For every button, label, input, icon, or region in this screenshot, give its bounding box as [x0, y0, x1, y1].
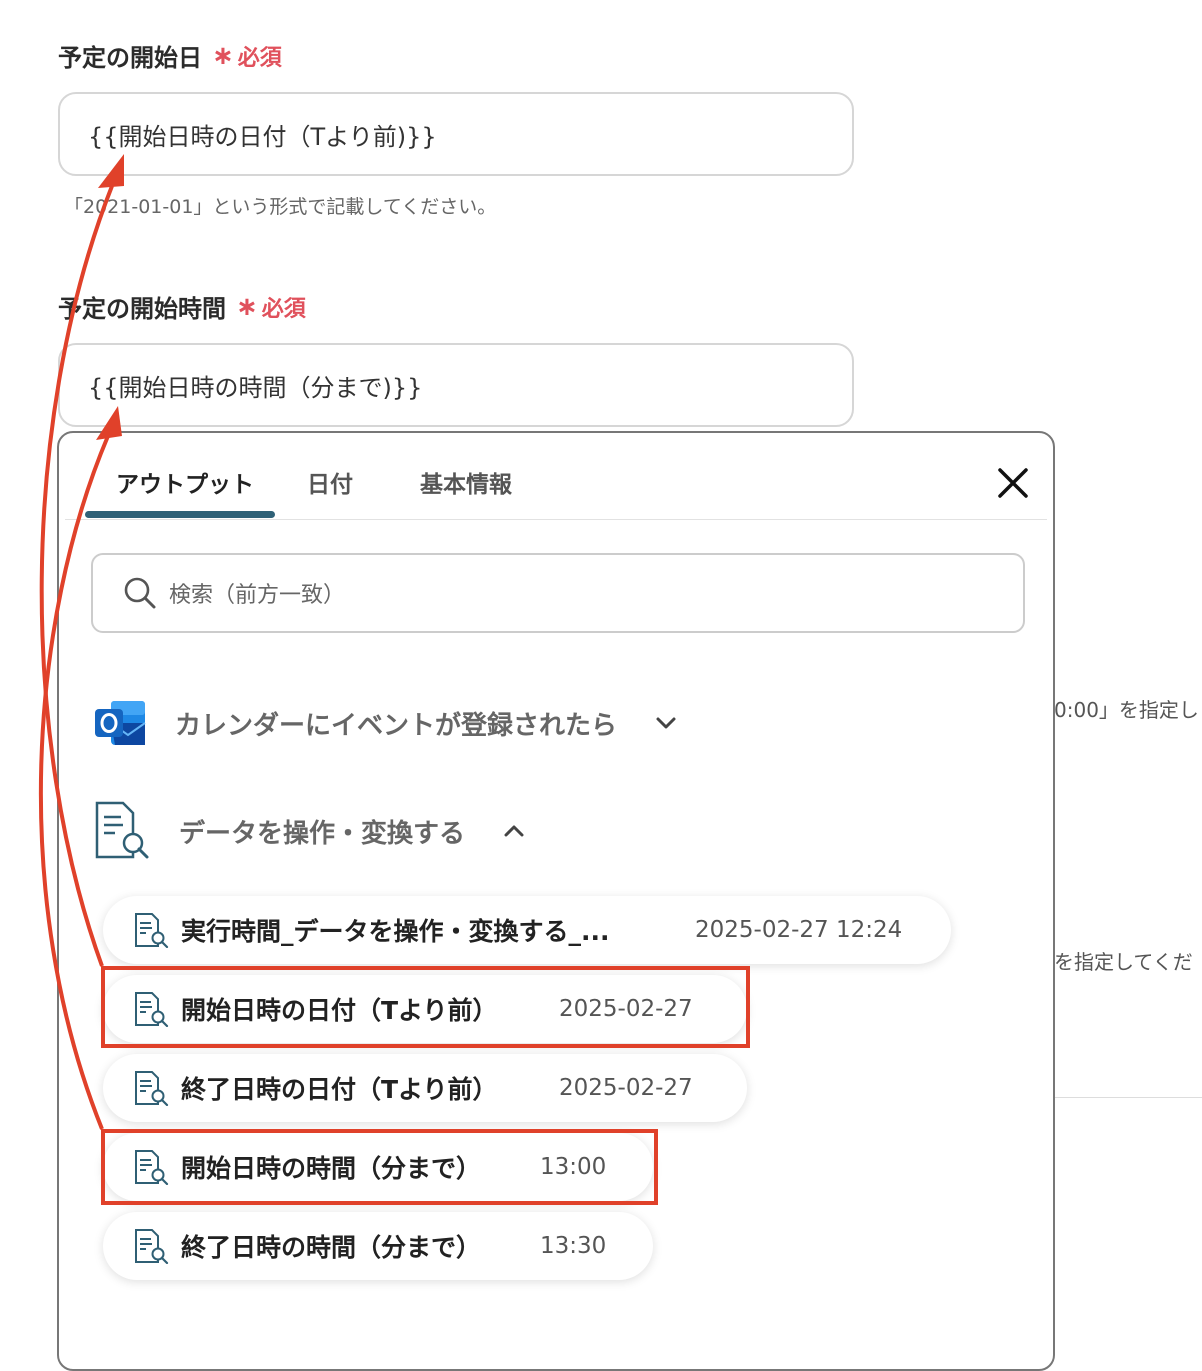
search-icon [124, 577, 156, 609]
active-tab-indicator [85, 511, 275, 518]
start-time-field[interactable]: {{開始日時の時間（分まで)}} [58, 343, 854, 427]
data-item-icon [135, 1150, 169, 1185]
start-date-field[interactable]: {{開始日時の日付（Tより前)}} [58, 92, 854, 176]
list-item-start-time[interactable]: 開始日時の時間（分まで） 13:00 [103, 1133, 653, 1201]
group-data-transform[interactable]: データを操作・変換する [93, 801, 527, 861]
item-value: 2025-02-27 [559, 996, 693, 1022]
start-date-hint: 「2021-01-01」という形式で記載してください。 [64, 196, 497, 218]
data-item-icon [135, 1229, 169, 1264]
required-badge: ∗ 必須 [236, 291, 306, 323]
item-value: 2025-02-27 [559, 1075, 693, 1101]
group-label: カレンダーにイベントが登録されたら [175, 710, 618, 741]
item-name: 実行時間_データを操作・変換する_... [181, 917, 610, 946]
close-icon[interactable] [993, 463, 1033, 503]
start-time-label: 予定の開始時間 ∗ 必須 [58, 289, 306, 324]
data-item-icon [135, 913, 169, 948]
tab-output[interactable]: アウトプット [116, 465, 254, 499]
data-item-icon [135, 1071, 169, 1106]
tab-date[interactable]: 日付 [307, 465, 353, 499]
item-name: 終了日時の時間（分まで） [181, 1233, 482, 1262]
required-asterisk-icon: ∗ [212, 40, 234, 71]
background-divider [1054, 1097, 1202, 1098]
start-date-value: {{開始日時の日付（Tより前)}} [88, 122, 437, 151]
list-item-end-time[interactable]: 終了日時の時間（分まで） 13:30 [103, 1212, 653, 1280]
tab-divider [65, 519, 1047, 520]
data-item-icon [135, 992, 169, 1027]
item-name: 開始日時の日付（Tより前） [181, 996, 498, 1025]
tab-basic-info[interactable]: 基本情報 [420, 465, 512, 499]
start-time-label-text: 予定の開始時間 [58, 295, 226, 323]
search-placeholder: 検索（前方一致） [169, 583, 346, 608]
item-value: 2025-02-27 12:24 [695, 917, 903, 943]
required-text: 必須 [261, 296, 306, 322]
data-transform-icon [95, 801, 149, 859]
search-input[interactable]: 検索（前方一致） [91, 553, 1025, 633]
group-label: データを操作・変換する [179, 818, 466, 849]
start-date-label-text: 予定の開始日 [58, 44, 202, 72]
chevron-down-icon[interactable] [653, 710, 679, 736]
required-badge: ∗ 必須 [212, 40, 282, 72]
item-name: 終了日時の日付（Tより前） [181, 1075, 498, 1104]
outlook-icon [95, 701, 146, 745]
start-date-label: 予定の開始日 ∗ 必須 [58, 38, 282, 73]
start-time-value: {{開始日時の時間（分まで)}} [88, 373, 423, 402]
item-value: 13:00 [540, 1154, 607, 1180]
list-item-end-date[interactable]: 終了日時の日付（Tより前） 2025-02-27 [103, 1054, 747, 1122]
background-hint-fragment: 0:00」を指定し [1054, 698, 1199, 722]
background-hint-fragment: を指定してくだ [1054, 950, 1193, 974]
group-calendar-event[interactable]: カレンダーにイベントが登録されたら [93, 695, 679, 751]
list-item-run-time[interactable]: 実行時間_データを操作・変換する_... 2025-02-27 12:24 [103, 896, 951, 964]
chevron-up-icon[interactable] [501, 818, 527, 844]
item-name: 開始日時の時間（分まで） [181, 1154, 482, 1183]
list-item-start-date[interactable]: 開始日時の日付（Tより前） 2025-02-27 [103, 975, 747, 1043]
item-value: 13:30 [540, 1233, 607, 1259]
required-asterisk-icon: ∗ [236, 291, 258, 322]
required-text: 必須 [237, 45, 282, 71]
